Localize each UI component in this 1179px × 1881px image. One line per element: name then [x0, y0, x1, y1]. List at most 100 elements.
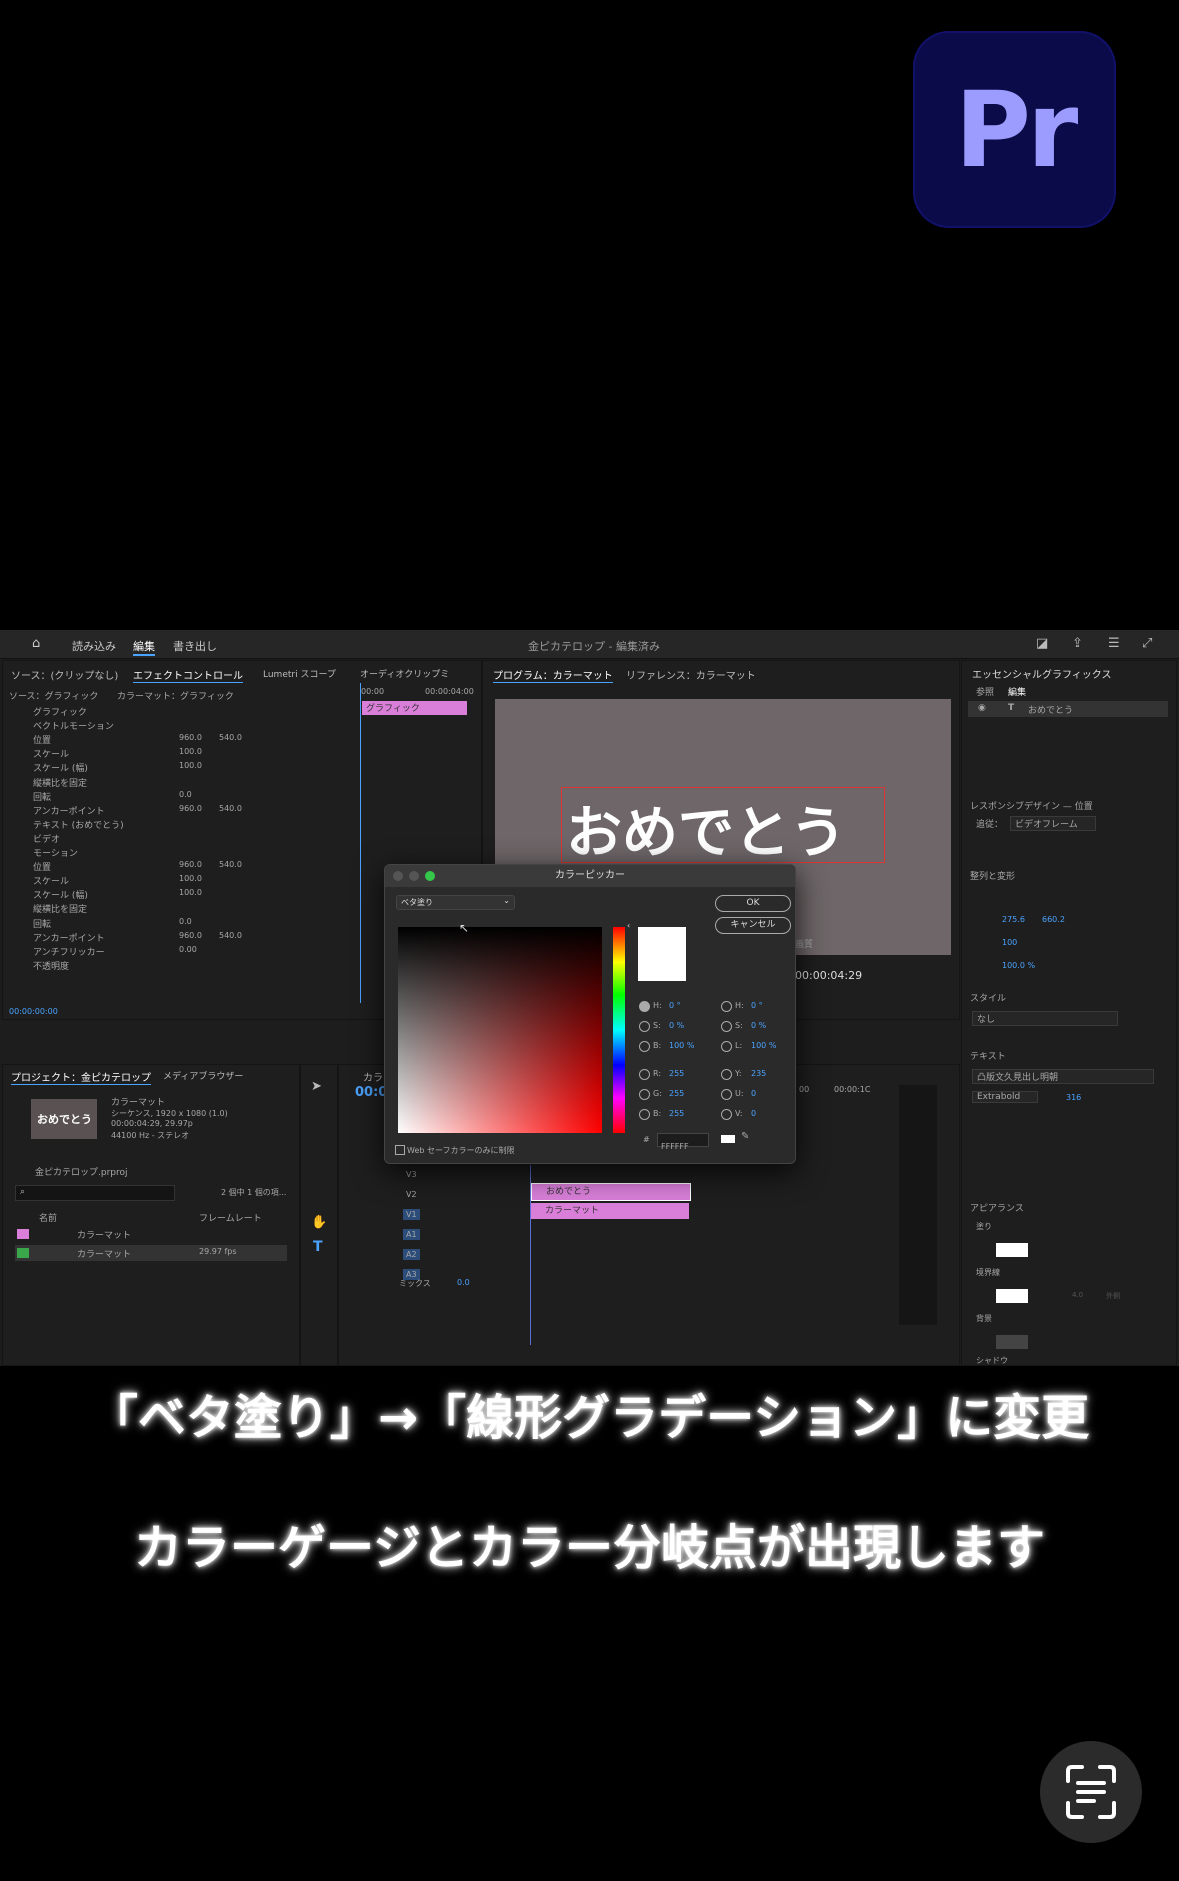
share-icon[interactable]: ⇪: [1072, 636, 1083, 651]
effect-row-value-1[interactable]: 0.0: [179, 790, 192, 799]
project-item-2-row[interactable]: [15, 1245, 287, 1261]
effect-row-value-2[interactable]: 540.0: [219, 804, 242, 813]
project-item-1[interactable]: カラーマット: [77, 1228, 131, 1241]
color-field-value[interactable]: 255: [669, 1109, 684, 1118]
ok-button[interactable]: OK: [715, 895, 791, 912]
type-tool-icon[interactable]: T: [313, 1239, 323, 1255]
project-search-input[interactable]: ⌕: [15, 1185, 175, 1201]
effect-row[interactable]: グラフィック: [3, 705, 353, 718]
close-icon[interactable]: [393, 871, 403, 881]
effect-row-value-1[interactable]: 960.0: [179, 733, 202, 742]
pos-x[interactable]: 275.6: [1002, 915, 1025, 924]
hue-slider[interactable]: [613, 927, 625, 1133]
timeline-timecode[interactable]: 00:0: [355, 1085, 387, 1100]
effect-row-value-1[interactable]: 960.0: [179, 860, 202, 869]
effect-row[interactable]: 不透明度: [3, 959, 353, 972]
live-text-button[interactable]: [1040, 1741, 1142, 1843]
import-tab[interactable]: 読み込み: [72, 638, 116, 654]
color-mode-radio[interactable]: [639, 1069, 650, 1080]
tab-source[interactable]: ソース：(クリップなし): [11, 667, 118, 682]
effect-row-value-2[interactable]: 540.0: [219, 931, 242, 940]
color-mode-radio[interactable]: [721, 1021, 732, 1032]
color-mode-radio[interactable]: [721, 1109, 732, 1120]
cancel-button[interactable]: キャンセル: [715, 917, 791, 934]
effect-row-value-2[interactable]: 540.0: [219, 733, 242, 742]
color-mode-radio[interactable]: [639, 1021, 650, 1032]
col-rate[interactable]: フレームレート: [199, 1211, 262, 1224]
effect-row-value-1[interactable]: 100.0: [179, 874, 202, 883]
weight-dropdown[interactable]: Extrabold: [972, 1091, 1038, 1103]
effect-row[interactable]: 位置 960.0 540.0: [3, 860, 353, 873]
edit-tab[interactable]: 編集: [133, 638, 155, 656]
layer-row[interactable]: ◉ T おめでとう: [968, 701, 1168, 717]
effect-row[interactable]: アンチフリッカー 0.00: [3, 945, 353, 958]
hand-tool-icon[interactable]: ✋: [311, 1215, 327, 1230]
stroke-width[interactable]: 4.0: [1072, 1291, 1083, 1299]
target-label[interactable]: カラーマット：グラフィック: [117, 689, 234, 702]
color-mode-radio[interactable]: [639, 1109, 650, 1120]
sequence-thumbnail[interactable]: おめでとう: [31, 1099, 97, 1139]
saturation-brightness-field[interactable]: [398, 927, 602, 1133]
tab-reference[interactable]: リファレンス：カラーマット: [626, 667, 756, 682]
home-icon[interactable]: ⌂: [32, 636, 40, 651]
color-field-value[interactable]: 255: [669, 1069, 684, 1078]
effect-row[interactable]: モーション: [3, 846, 353, 859]
col-name[interactable]: 名前: [39, 1211, 57, 1224]
style-dropdown[interactable]: なし: [972, 1011, 1118, 1026]
fullscreen-icon[interactable]: ⤢: [1142, 636, 1152, 651]
project-item-2[interactable]: カラーマット: [77, 1247, 131, 1260]
eye-icon[interactable]: ◉: [978, 703, 986, 713]
tab-audio-clip[interactable]: オーディオクリップミ: [360, 667, 449, 680]
effect-row[interactable]: 回転 0.0: [3, 917, 353, 930]
color-mode-radio[interactable]: [721, 1041, 732, 1052]
quality-dropdown[interactable]: 画質: [795, 937, 813, 950]
effect-row[interactable]: アンカーポイント 960.0 540.0: [3, 804, 353, 817]
program-title-text[interactable]: おめでとう: [566, 788, 846, 869]
effect-row-value-1[interactable]: 100.0: [179, 747, 202, 756]
tab-project[interactable]: プロジェクト：金ピカテロップ: [11, 1069, 151, 1085]
stroke-swatch[interactable]: [996, 1289, 1028, 1303]
effect-row[interactable]: ベクトルモーション: [3, 719, 353, 732]
effect-row[interactable]: 縦横比を固定: [3, 776, 353, 789]
effect-row-value-1[interactable]: 100.0: [179, 888, 202, 897]
pos-y[interactable]: 660.2: [1042, 915, 1065, 924]
track-label[interactable]: V1: [403, 1209, 420, 1220]
tab-edit-graphics[interactable]: 編集: [1008, 685, 1026, 698]
timeline-clip-matte[interactable]: カラーマット: [531, 1203, 689, 1219]
tab-timeline[interactable]: カラ: [363, 1069, 383, 1084]
export-tab[interactable]: 書き出し: [173, 638, 217, 654]
source-label[interactable]: ソース：グラフィック: [9, 689, 98, 702]
panel-icon[interactable]: ◪: [1036, 636, 1048, 651]
effect-row[interactable]: スケール (幅) 100.0: [3, 888, 353, 901]
timeline-clip-graphic[interactable]: おめでとう: [531, 1183, 691, 1201]
timeline-playhead[interactable]: [530, 1165, 531, 1345]
color-field-value[interactable]: 0: [751, 1089, 756, 1098]
mix-value[interactable]: 0.0: [457, 1278, 470, 1287]
color-field-value[interactable]: 0 %: [669, 1021, 684, 1030]
font-size-value[interactable]: 316: [1066, 1093, 1081, 1102]
fill-swatch[interactable]: [996, 1243, 1028, 1257]
effect-row[interactable]: アンカーポイント 960.0 540.0: [3, 931, 353, 944]
effect-row[interactable]: テキスト (おめでとう): [3, 818, 353, 831]
tab-lumetri[interactable]: Lumetri スコープ: [263, 667, 336, 680]
color-mode-radio[interactable]: [639, 1001, 650, 1012]
text-bounding-box[interactable]: おめでとう: [561, 787, 885, 866]
hex-input[interactable]: FFFFFF: [657, 1133, 709, 1151]
effect-row-value-1[interactable]: 100.0: [179, 761, 202, 770]
effect-row[interactable]: スケール 100.0: [3, 874, 353, 887]
track-label[interactable]: A1: [403, 1229, 420, 1240]
hue-pointer-icon[interactable]: ‹: [627, 921, 630, 930]
color-field-value[interactable]: 100 %: [751, 1041, 776, 1050]
color-field-value[interactable]: 0 °: [751, 1001, 763, 1010]
websafe-checkbox[interactable]: [395, 1145, 405, 1155]
effect-row-value-1[interactable]: 0.00: [179, 945, 197, 954]
effect-row[interactable]: スケール 100.0: [3, 747, 353, 760]
track-label[interactable]: V3: [403, 1169, 420, 1180]
opacity-value[interactable]: 100.0 %: [1002, 961, 1035, 970]
color-field-value[interactable]: 0: [751, 1109, 756, 1118]
background-swatch[interactable]: [996, 1335, 1028, 1349]
playhead[interactable]: [360, 683, 361, 1003]
zoom-icon[interactable]: [425, 871, 435, 881]
fill-type-dropdown[interactable]: ベタ塗り ⌄: [396, 895, 515, 910]
effect-row[interactable]: ビデオ: [3, 832, 353, 845]
